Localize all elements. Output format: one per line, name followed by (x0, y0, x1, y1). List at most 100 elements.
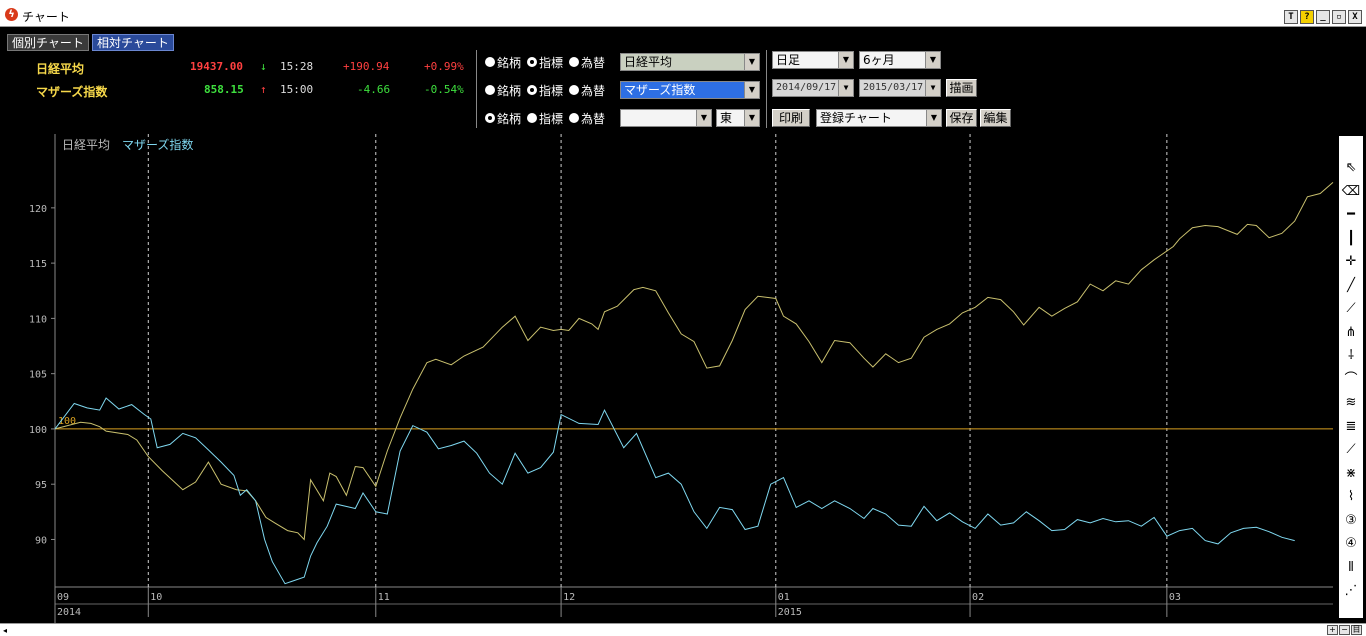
tab-relative-chart[interactable]: 相対チャート (92, 34, 174, 51)
help-button[interactable]: ? (1300, 10, 1314, 24)
x-year-label: 2015 (778, 607, 802, 618)
chevron-down-icon: ▼ (838, 80, 853, 96)
x-tick-label: 12 (563, 592, 575, 603)
crosshair-icon[interactable]: ✛ (1341, 252, 1361, 272)
tab-individual-chart[interactable]: 個別チャート (7, 34, 89, 51)
chevron-down-icon: ▼ (744, 110, 759, 126)
y-tick-label: 90 (35, 535, 47, 546)
window-controls: T ? _ ▫ X (1284, 10, 1362, 24)
radio-fx[interactable]: 為替 (569, 54, 605, 70)
down-arrow-icon: ↓ (260, 60, 267, 73)
period-select[interactable]: 日足 ▼ (772, 51, 854, 69)
window-title: チャート (22, 10, 70, 24)
y-tick-label: 100 (29, 425, 47, 436)
text-mode-button[interactable]: T (1284, 10, 1298, 24)
quote-time: 15:28 (280, 60, 314, 73)
chevron-down-icon: ▼ (696, 110, 711, 126)
chart-grid (54, 134, 1333, 623)
close-button[interactable]: X (1348, 10, 1362, 24)
wave-icon[interactable]: ⌇ (1341, 487, 1361, 507)
radio-index[interactable]: 指標 (527, 82, 563, 98)
chevron-down-icon: ▼ (926, 110, 941, 126)
zoom-out-button[interactable]: − (1339, 625, 1350, 635)
date-to-select[interactable]: 2015/03/17 ▼ (859, 79, 941, 97)
x-tick-label: 11 (378, 592, 390, 603)
quote-name: マザーズ指数 (36, 85, 108, 99)
trend-line-icon[interactable]: ╱ (1341, 276, 1361, 296)
quote-percent: +0.99% (424, 60, 464, 73)
symbol-type-row-2: 銘柄 指標 為替 (485, 82, 605, 98)
radio-stock[interactable]: 銘柄 (485, 110, 521, 126)
radio-index[interactable]: 指標 (527, 54, 563, 70)
radio-fx[interactable]: 為替 (569, 82, 605, 98)
minimize-button[interactable]: _ (1316, 10, 1330, 24)
x-axis: 09 2014 10 11 12 01 2015 02 03 (54, 587, 1181, 618)
series-line-nikkei (54, 182, 1334, 541)
symbol-select-1[interactable]: 日経平均 ▼ (620, 53, 760, 71)
symbol-type-row-3: 銘柄 指標 為替 (485, 110, 605, 126)
date-from-select[interactable]: 2014/09/17 ▼ (772, 79, 854, 97)
chevron-down-icon: ▼ (744, 54, 759, 70)
save-button[interactable]: 保存 (946, 109, 977, 127)
chart-series: 100 (54, 182, 1334, 585)
zoom-in-button[interactable]: + (1327, 625, 1338, 635)
vertical-line-icon[interactable]: ┃ (1341, 229, 1361, 249)
radio-index[interactable]: 指標 (527, 110, 563, 126)
radio-stock[interactable]: 銘柄 (485, 82, 521, 98)
cycle-3-icon[interactable]: ③ (1341, 511, 1361, 531)
y-tick-label: 115 (29, 259, 47, 270)
radio-stock[interactable]: 銘柄 (485, 54, 521, 70)
quote-time: 15:00 (280, 83, 314, 96)
chevron-down-icon: ▼ (925, 80, 940, 96)
relative-chart[interactable]: 90 95 100 105 110 115 120 09 2014 10 11 12 01 2015 02… (0, 134, 1338, 623)
quote-name: 日経平均 (36, 62, 85, 76)
chevron-down-icon: ▼ (744, 82, 759, 98)
edit-button[interactable]: 編集 (980, 109, 1011, 127)
legend-mothers: マザーズ指数 (122, 137, 193, 152)
symbol-select-2[interactable]: マザーズ指数 ▼ (620, 81, 760, 99)
channel-icon[interactable]: ≋ (1341, 393, 1361, 413)
fib-retracement-icon[interactable]: ≣ (1341, 417, 1361, 437)
draw-button[interactable]: 描画 (946, 79, 977, 97)
zoom-controls: + − 目 (1327, 625, 1362, 635)
up-arrow-icon: ↑ (260, 83, 267, 96)
radio-fx[interactable]: 為替 (569, 110, 605, 126)
fit-button[interactable]: 目 (1351, 625, 1362, 635)
quote-price: 858.15 (204, 83, 244, 96)
range-select[interactable]: 6ヶ月 ▼ (859, 51, 941, 69)
x-tick-label: 09 (57, 592, 69, 603)
fib-fan-icon[interactable]: ⸸ (1341, 346, 1361, 366)
scroll-left-icon[interactable]: ◂ (3, 626, 7, 635)
symbol-input-3[interactable]: ▼ (620, 109, 712, 127)
cycle-4-icon[interactable]: ④ (1341, 534, 1361, 554)
x-tick-label: 01 (778, 592, 790, 603)
print-button[interactable]: 印刷 (772, 109, 810, 127)
cursor-icon[interactable]: ⇖ (1341, 158, 1361, 178)
regression-icon[interactable]: ⟋ (1341, 440, 1361, 460)
y-tick-label: 105 (29, 370, 47, 381)
chevron-down-icon: ▼ (925, 52, 940, 68)
drawing-toolbar: ⇖ ⌫ ━ ┃ ✛ ╱ ⟋ ⋔ ⸸ ⌒ ≋ ≣ ⟋ ⋇ ⌇ ③ ④ ⫴ ⋰ (1339, 136, 1363, 618)
horizontal-scrollbar[interactable] (0, 623, 1366, 636)
y-tick-label: 95 (35, 480, 47, 491)
gann-icon[interactable]: ⋇ (1341, 464, 1361, 484)
fan-icon[interactable]: ⟋ (1341, 299, 1361, 319)
chevron-down-icon: ▼ (838, 52, 853, 68)
exchange-select[interactable]: 東 ▼ (716, 109, 760, 127)
app-logo-icon: ϟ (5, 8, 18, 21)
saved-chart-select[interactable]: 登録チャート ▼ (816, 109, 942, 127)
restore-button[interactable]: ▫ (1332, 10, 1346, 24)
eraser-icon[interactable]: ⌫ (1341, 182, 1361, 202)
pitchfork-icon[interactable]: ⋔ (1341, 323, 1361, 343)
zigzag-icon[interactable]: ⋰ (1341, 581, 1361, 601)
horizontal-line-icon[interactable]: ━ (1341, 205, 1361, 225)
title-bar: ϟ チャート T ? _ ▫ X (0, 0, 1366, 27)
series-line-mothers (54, 397, 1295, 585)
y-tick-label: 110 (29, 314, 47, 325)
fib-arc-icon[interactable]: ⌒ (1341, 370, 1361, 390)
quote-change: -4.66 (357, 83, 391, 96)
divider (476, 50, 477, 128)
period-lines-icon[interactable]: ⫴ (1341, 558, 1361, 578)
legend-nikkei: 日経平均 (62, 138, 110, 152)
quote-change: +190.94 (343, 60, 390, 73)
